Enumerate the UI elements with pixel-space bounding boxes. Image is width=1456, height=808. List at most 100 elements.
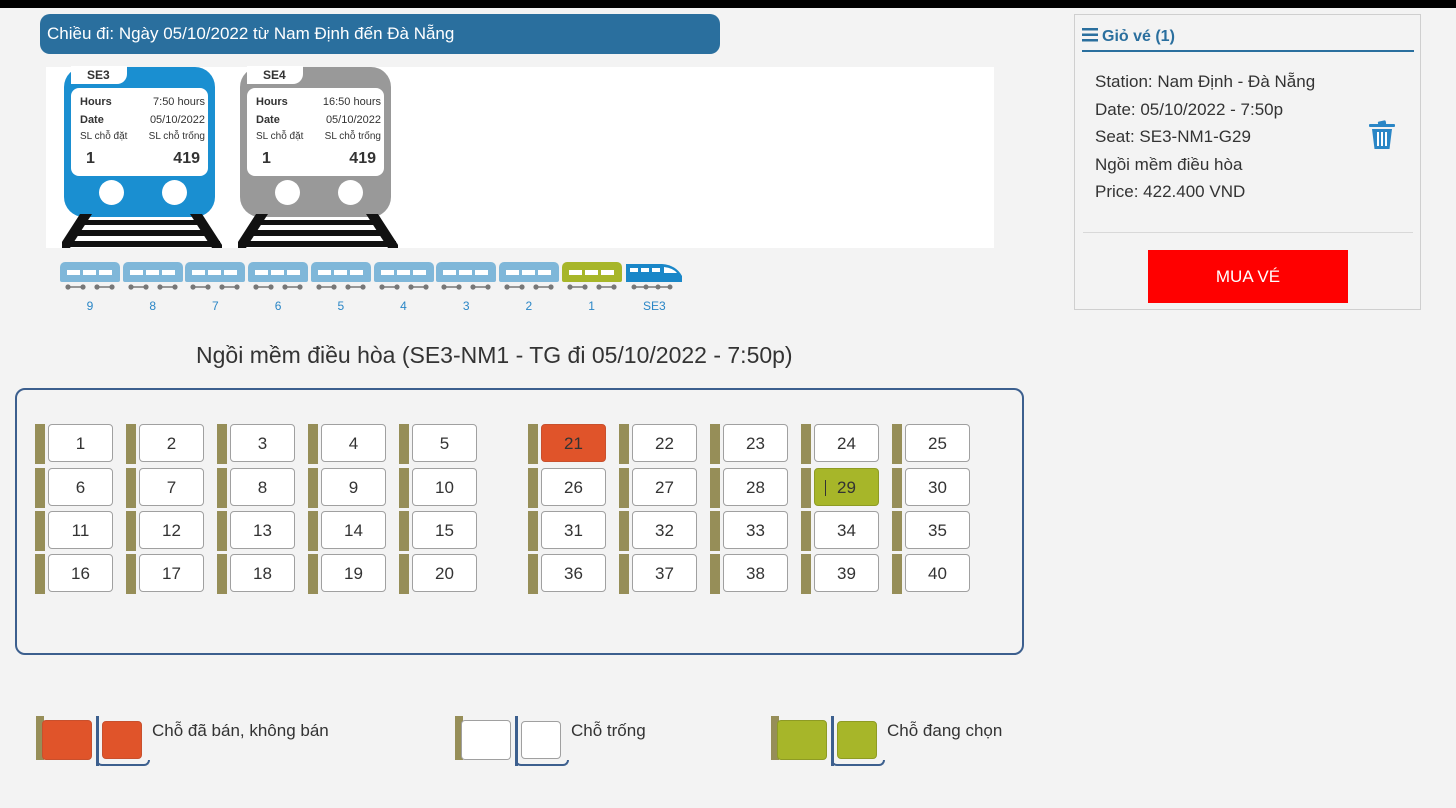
wheels-icon — [504, 284, 554, 290]
seat-38[interactable]: 38 — [710, 554, 788, 594]
cart-seat-type: Ngồi mềm điều hòa — [1095, 154, 1243, 174]
date-label: Date — [256, 114, 280, 126]
locomotive-se3[interactable]: SE3 — [624, 262, 684, 314]
seat-15[interactable]: 15 — [399, 511, 477, 551]
coach-label: 7 — [212, 299, 219, 313]
seat-40[interactable]: 40 — [892, 554, 970, 594]
seat-16[interactable]: 16 — [35, 554, 113, 594]
cart-title: Giỏ vé (1) — [1102, 28, 1175, 45]
seat-number: 7 — [139, 468, 204, 506]
seat-14[interactable]: 14 — [308, 511, 386, 551]
seat-23[interactable]: 23 — [710, 424, 788, 464]
legend-label: Chỗ đã bán, không bán — [152, 721, 329, 740]
seat-3[interactable]: 3 — [217, 424, 295, 464]
seat-18[interactable]: 18 — [217, 554, 295, 594]
seat-number: 19 — [321, 554, 386, 592]
seat-number: 34 — [814, 511, 879, 549]
seat-24[interactable]: 24 — [801, 424, 879, 464]
seat-number: 14 — [321, 511, 386, 549]
seat-27[interactable]: 27 — [619, 468, 697, 508]
coach-body — [436, 262, 497, 282]
seat-number: 36 — [541, 554, 606, 592]
seat-9[interactable]: 9 — [308, 468, 386, 508]
seat-1[interactable]: 1 — [35, 424, 113, 464]
seat-back — [619, 554, 629, 594]
seat-number: 12 — [139, 511, 204, 549]
seat-33[interactable]: 33 — [710, 511, 788, 551]
buy-ticket-button[interactable]: MUA VÉ — [1148, 250, 1348, 303]
seat-back — [710, 424, 720, 464]
seat-back — [399, 424, 409, 464]
coach-5[interactable]: 5 — [310, 262, 371, 314]
coach-body — [561, 262, 622, 282]
seat-32[interactable]: 32 — [619, 511, 697, 551]
seat-number: 23 — [723, 424, 788, 462]
coach-1[interactable]: 1 — [561, 262, 622, 314]
seat-25[interactable]: 25 — [892, 424, 970, 464]
legend-seat-swatch — [461, 720, 511, 760]
seat-17[interactable]: 17 — [126, 554, 204, 594]
cart-divider — [1083, 232, 1413, 233]
seat-29[interactable]: 29 — [801, 468, 879, 508]
coach-label: 4 — [400, 299, 407, 313]
coach-body — [310, 262, 371, 282]
coach-body — [60, 262, 120, 282]
trains-panel: SE3 Hours 7:50 hours Date 05/10/2022 SL chỗ đ… — [46, 66, 994, 248]
train-card-se4[interactable]: SE4 Hours 16:50 hours Date 05/10/2022 SL chỗ … — [240, 66, 391, 217]
cart-ticket: Station: Nam Định - Đà Nẵng Date: 05/10/… — [1095, 68, 1315, 206]
seat-2[interactable]: 2 — [126, 424, 204, 464]
seat-6[interactable]: 6 — [35, 468, 113, 508]
seat-13[interactable]: 13 — [217, 511, 295, 551]
seat-5[interactable]: 5 — [399, 424, 477, 464]
seat-37[interactable]: 37 — [619, 554, 697, 594]
wheel-icon — [275, 180, 300, 205]
cart-header: Giỏ vé (1) — [1082, 28, 1414, 52]
seat-20[interactable]: 20 — [399, 554, 477, 594]
seat-34[interactable]: 34 — [801, 511, 879, 551]
train-card-se3[interactable]: SE3 Hours 7:50 hours Date 05/10/2022 SL chỗ đ… — [64, 66, 215, 217]
seat-30[interactable]: 30 — [892, 468, 970, 508]
wheels-icon — [378, 284, 429, 290]
coach-6[interactable]: 6 — [248, 262, 309, 314]
coach-8[interactable]: 8 — [122, 262, 183, 314]
menu-icon — [1082, 28, 1098, 42]
seat-number: 22 — [632, 424, 697, 462]
seat-12[interactable]: 12 — [126, 511, 204, 551]
free-count: 419 — [173, 150, 200, 167]
trash-icon[interactable] — [1365, 118, 1399, 152]
free-count: 419 — [349, 150, 376, 167]
seat-7[interactable]: 7 — [126, 468, 204, 508]
seat-back — [126, 511, 136, 551]
seat-31[interactable]: 31 — [528, 511, 606, 551]
seat-28[interactable]: 28 — [710, 468, 788, 508]
seat-number: 32 — [632, 511, 697, 549]
seat-26[interactable]: 26 — [528, 468, 606, 508]
coach-label: 2 — [525, 299, 533, 313]
coach-4[interactable]: 4 — [373, 262, 434, 314]
seat-36[interactable]: 36 — [528, 554, 606, 594]
seat-number: 40 — [905, 554, 970, 592]
cart-panel: Giỏ vé (1) Station: Nam Định - Đà Nẵng D… — [1074, 14, 1421, 310]
seat-35[interactable]: 35 — [892, 511, 970, 551]
coach-label: 9 — [86, 299, 94, 313]
seat-39[interactable]: 39 — [801, 554, 879, 594]
seat-4[interactable]: 4 — [308, 424, 386, 464]
seat-10[interactable]: 10 — [399, 468, 477, 508]
seat-back — [308, 468, 318, 508]
coach-body — [122, 262, 183, 282]
seat-number: 9 — [321, 468, 386, 506]
coach-3[interactable]: 3 — [436, 262, 497, 314]
seat-19[interactable]: 19 — [308, 554, 386, 594]
seat-22[interactable]: 22 — [619, 424, 697, 464]
seat-number: 4 — [321, 424, 386, 462]
wheels-icon — [566, 284, 617, 290]
coach-9[interactable]: 9 — [60, 262, 120, 314]
seat-8[interactable]: 8 — [217, 468, 295, 508]
seat-11[interactable]: 11 — [35, 511, 113, 551]
wheels-icon — [441, 284, 491, 290]
coach-7[interactable]: 7 — [185, 262, 246, 314]
cart-price: Price: 422.400 VND — [1095, 182, 1246, 201]
train-info: Hours 16:50 hours Date 05/10/2022 SL chỗ đặt… — [247, 88, 384, 176]
coach-2[interactable]: 2 — [498, 262, 559, 314]
seat-back — [528, 424, 538, 464]
